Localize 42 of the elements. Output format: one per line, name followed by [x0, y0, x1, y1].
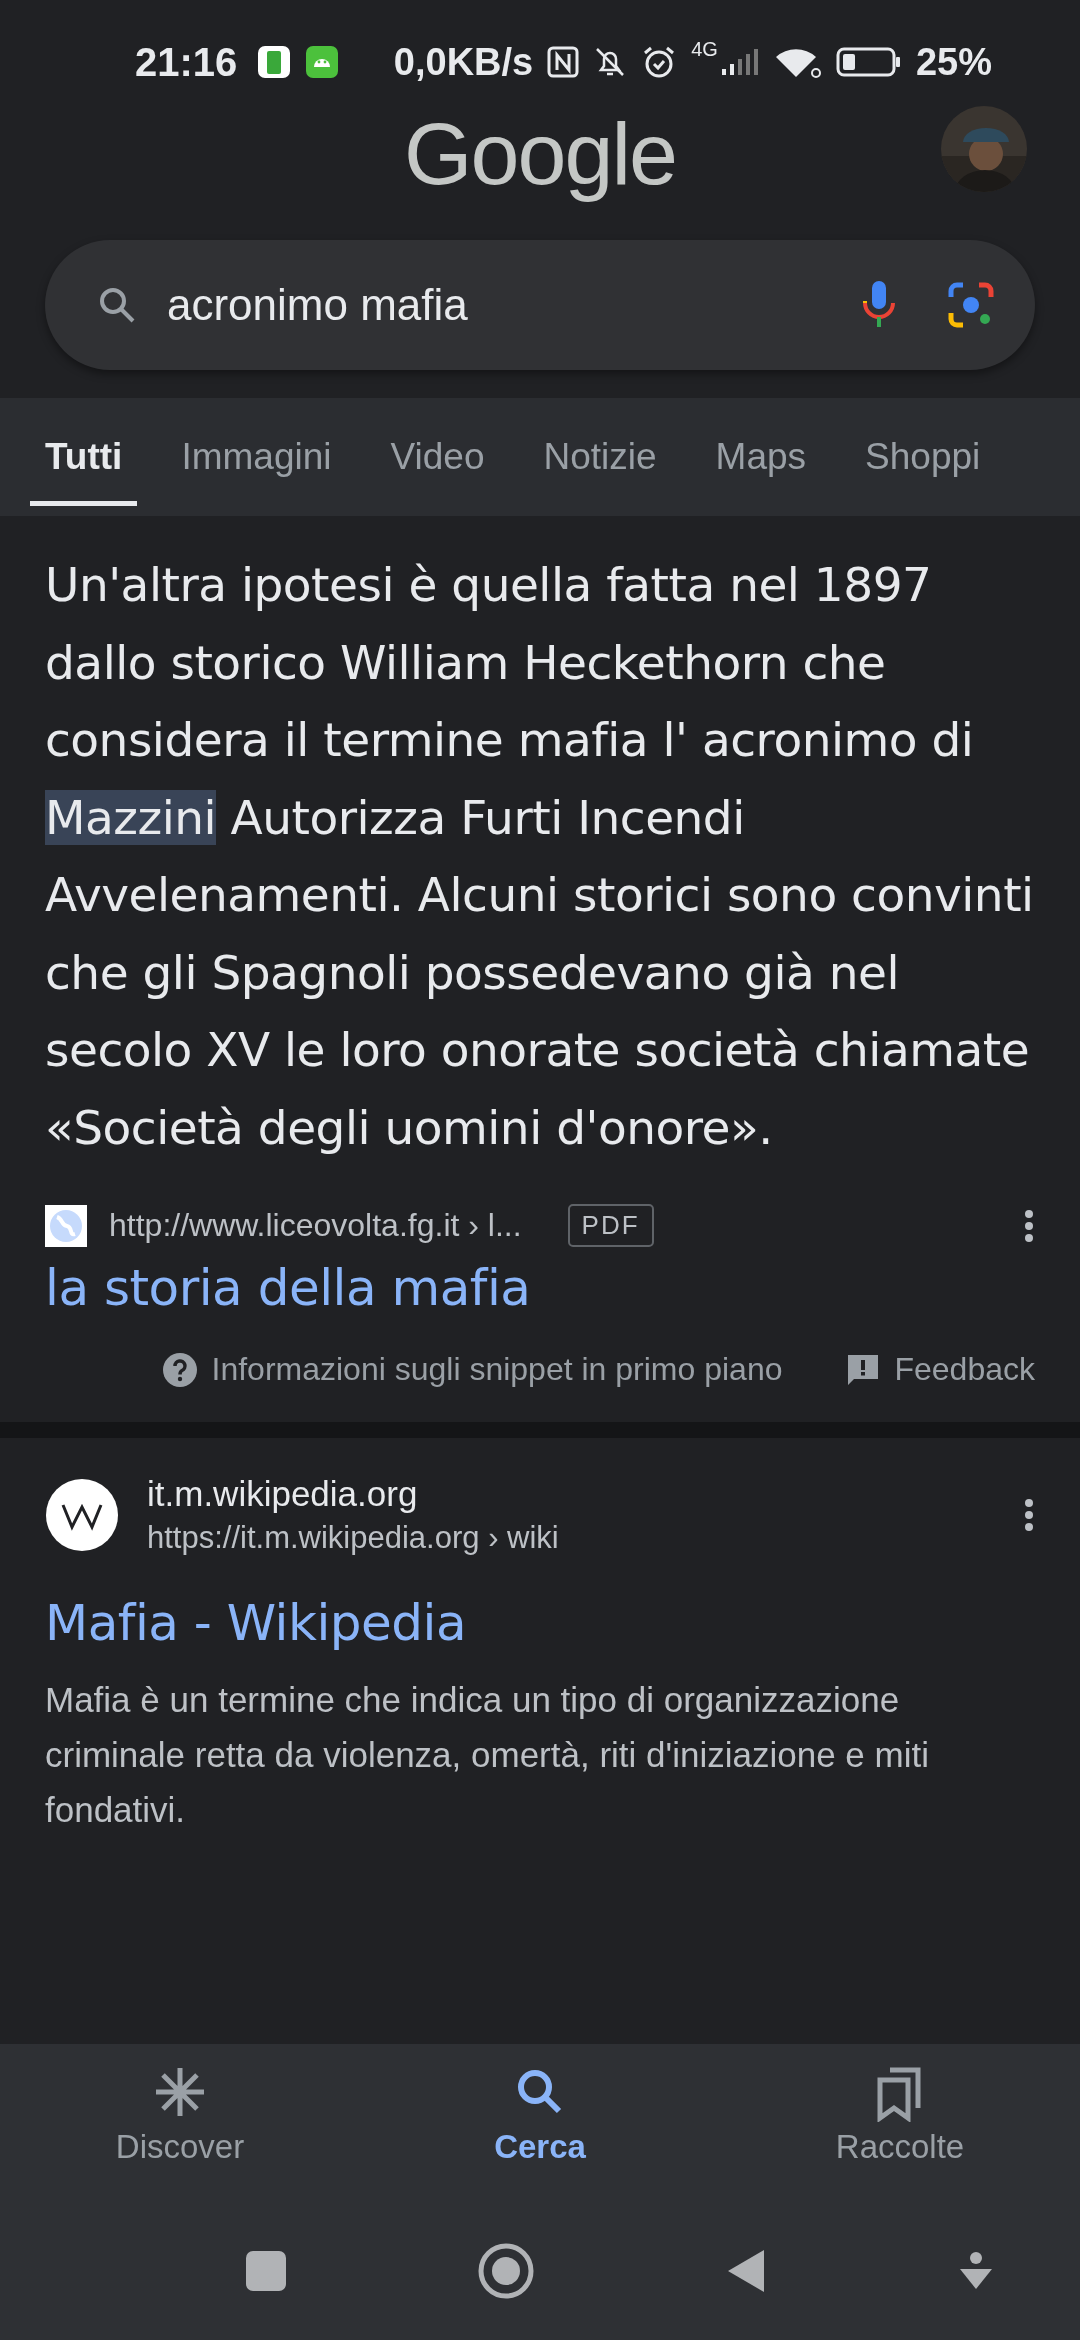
battery-icon [835, 47, 902, 77]
back-button[interactable] [726, 2248, 766, 2294]
network-type: 4G [691, 38, 718, 61]
camera-lens-icon[interactable] [947, 281, 995, 329]
more-options-icon[interactable] [1023, 1207, 1035, 1244]
feedback-link[interactable]: Feedback [894, 1351, 1035, 1388]
tab[interactable]: Maps [700, 408, 822, 506]
tab[interactable]: Shoppi [850, 408, 996, 506]
result-title-link[interactable]: la storia della mafia [45, 1259, 531, 1317]
battery-level: 25% [915, 40, 992, 84]
tab[interactable]: Immagini [166, 408, 347, 506]
status-time: 21:16 [135, 39, 238, 85]
help-icon[interactable] [161, 1351, 198, 1388]
wikipedia-logo-icon [45, 1478, 119, 1552]
source-url[interactable]: http://www.liceovolta.fg.it › l... [109, 1207, 522, 1244]
tab[interactable]: Notizie [528, 408, 672, 506]
snippet-text: Un'altra ipotesi è quella fatta nel 1897 dallo storico William Heckethorn che considera il termine mafia l' acronimo di Mazzini Autorizza Furti Incendi Avvelenamenti. Alcuni storici sono convinti che gli Spagnoli possedevano già nel secolo XV le loro onorate società chiamate «Società degli uomini d'onore». [45, 556, 1035, 1157]
globe-icon [45, 1204, 87, 1247]
accessibility-icon[interactable] [958, 2251, 994, 2291]
search-field[interactable]: acronimo mafia [45, 240, 1035, 370]
pdf-tag: PDF [567, 1204, 654, 1247]
nav-tab[interactable]: Discover [0, 2044, 360, 2202]
snippet-info-link[interactable]: Informazioni sugli snippet in primo piano [211, 1351, 783, 1388]
search-icon [97, 285, 137, 325]
result-title-link[interactable]: Mafia - Wikipedia [45, 1594, 467, 1652]
home-button[interactable] [478, 2243, 534, 2299]
network-speed: 0,0KB/s [393, 40, 534, 84]
result-snippet: Mafia è un termine che indica un tipo di organizzazione criminale retta da violenza, omertà, riti d'iniziazione e miti fondativi. [45, 1679, 930, 1831]
feedback-icon[interactable] [846, 1352, 881, 1387]
android-icon [305, 45, 340, 79]
tab[interactable]: Tutti [30, 408, 138, 506]
recents-button[interactable] [246, 2251, 286, 2291]
source-url[interactable]: https://it.m.wikipedia.org › wiki [147, 1520, 559, 1556]
nav-tab[interactable]: Cerca [360, 2044, 720, 2202]
google-logo: Google [404, 104, 676, 204]
signal-icon [719, 47, 760, 77]
site-name: it.m.wikipedia.org [147, 1474, 419, 1514]
more-options-icon[interactable] [1023, 1497, 1035, 1533]
tab[interactable]: Video [375, 408, 500, 506]
nav-tab[interactable]: Raccolte [720, 2044, 1080, 2202]
nfc-icon [547, 46, 580, 78]
battery-app-icon [257, 45, 292, 79]
